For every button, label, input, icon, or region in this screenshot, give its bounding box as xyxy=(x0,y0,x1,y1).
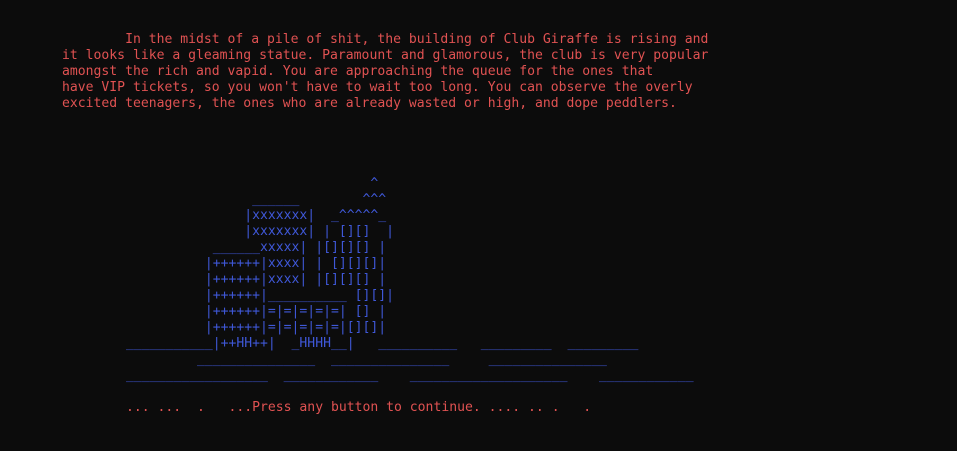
story-narration: In the midst of a pile of shit, the buil… xyxy=(62,32,709,111)
game-screen[interactable]: In the midst of a pile of shit, the buil… xyxy=(0,0,957,451)
club-giraffe-ascii-art: ^ ______ ^^^ |xxxxxxx| _^^^^^_ |xxxxxxx|… xyxy=(126,176,694,383)
continue-prompt[interactable]: ... ... . ...Press any button to continu… xyxy=(126,400,591,416)
